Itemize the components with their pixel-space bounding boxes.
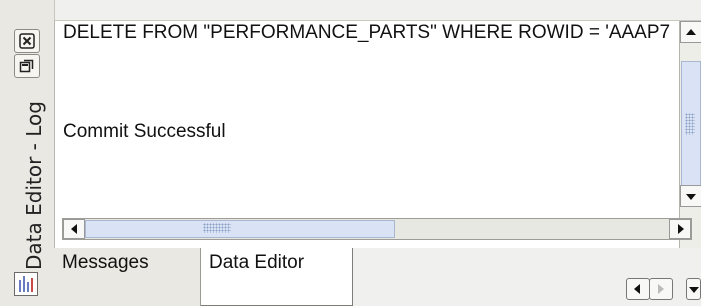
panel-title: Data Editor - Log bbox=[22, 101, 46, 270]
horizontal-scrollbar[interactable] bbox=[62, 218, 692, 240]
horizontal-scroll-thumb[interactable] bbox=[85, 220, 395, 238]
scroll-down-button[interactable] bbox=[680, 185, 701, 207]
log-line-status: Commit Successful bbox=[63, 121, 226, 142]
scroll-grip bbox=[685, 113, 695, 135]
tab-bar: Messages Data Editor bbox=[54, 248, 701, 306]
log-line-sql: DELETE FROM "PERFORMANCE_PARTS" WHERE RO… bbox=[63, 22, 671, 43]
log-output-area[interactable]: DELETE FROM "PERFORMANCE_PARTS" WHERE RO… bbox=[54, 20, 701, 249]
restore-window-icon[interactable] bbox=[14, 54, 40, 78]
side-panel-bar: Data Editor - Log bbox=[0, 0, 55, 306]
vertical-scrollbar[interactable] bbox=[679, 21, 701, 249]
scroll-grip bbox=[203, 223, 231, 233]
tab-scroll-right-button[interactable] bbox=[649, 278, 673, 300]
close-icon[interactable] bbox=[14, 29, 40, 53]
tab-data-editor[interactable]: Data Editor bbox=[201, 248, 353, 306]
scroll-right-button[interactable] bbox=[669, 219, 691, 239]
scroll-up-button[interactable] bbox=[680, 21, 701, 43]
tab-scroll-left-button[interactable] bbox=[626, 278, 650, 300]
tab-list-dropdown-button[interactable] bbox=[686, 278, 701, 300]
bar-chart-icon bbox=[14, 272, 38, 296]
scroll-left-button[interactable] bbox=[63, 219, 85, 239]
tab-messages[interactable]: Messages bbox=[54, 248, 201, 306]
